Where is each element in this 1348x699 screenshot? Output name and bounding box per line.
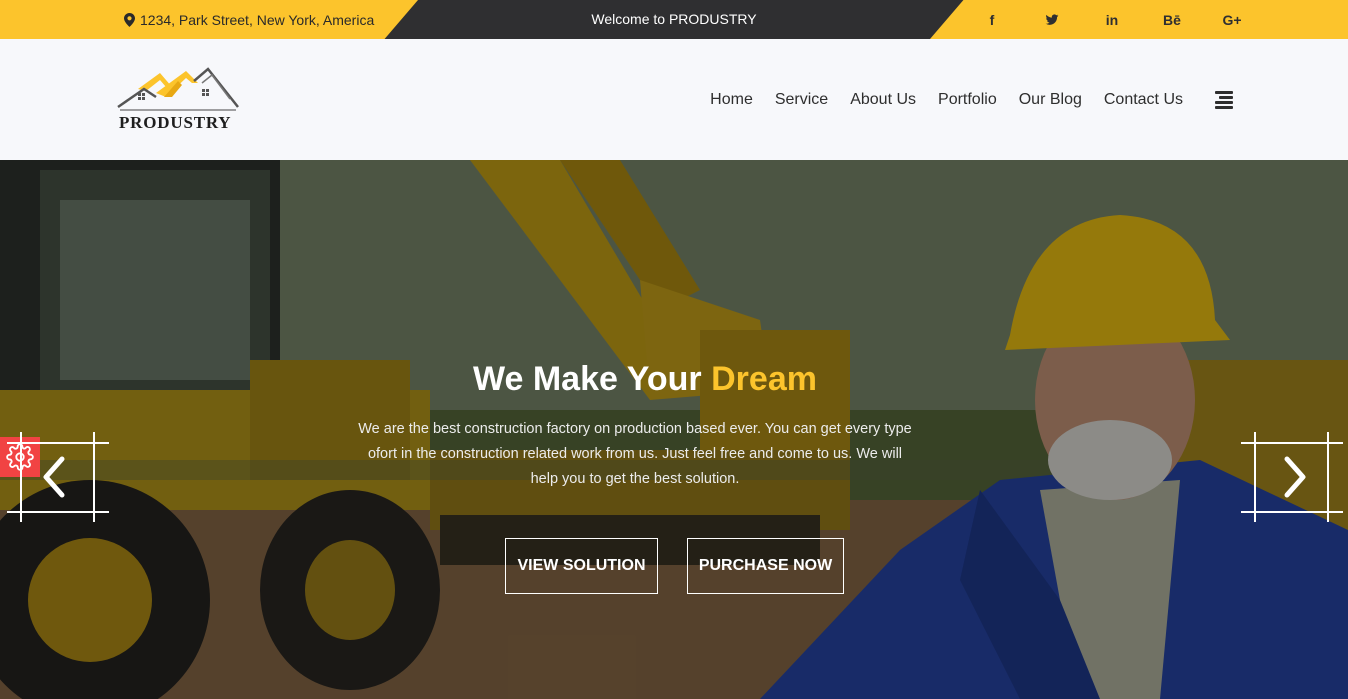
slider-prev-button[interactable] <box>7 432 109 522</box>
nav-service[interactable]: Service <box>775 91 828 109</box>
linkedin-icon: in <box>1105 11 1119 28</box>
logo[interactable]: PRODUSTRY <box>116 67 240 133</box>
map-marker-icon <box>124 12 135 27</box>
purchase-now-button[interactable]: PURCHASE NOW <box>687 538 844 594</box>
main-nav: Home Service About Us Portfolio Our Blog… <box>710 39 1183 160</box>
nav-our-blog[interactable]: Our Blog <box>1019 91 1082 109</box>
hero-description: We are the best construction factory on … <box>358 421 912 487</box>
hero-title-main: We Make Your <box>473 360 702 398</box>
facebook-icon: f <box>989 11 995 28</box>
nav-portfolio[interactable]: Portfolio <box>938 91 997 109</box>
nav-home[interactable]: Home <box>710 91 753 109</box>
top-bar: 1234, Park Street, New York, America Wel… <box>0 0 1348 39</box>
google-plus-link[interactable]: G+ <box>1202 0 1262 39</box>
behance-icon: Bē <box>1163 11 1181 28</box>
address-text: 1234, Park Street, New York, America <box>140 11 375 28</box>
twitter-link[interactable] <box>1022 0 1082 39</box>
slider-next-button[interactable] <box>1241 432 1343 522</box>
view-solution-button[interactable]: VIEW SOLUTION <box>505 538 658 594</box>
chevron-left-icon <box>43 456 65 498</box>
logo-roof-icon <box>117 67 239 111</box>
logo-text: PRODUSTRY <box>119 113 232 132</box>
facebook-link[interactable]: f <box>962 0 1022 39</box>
google-plus-icon: G+ <box>1222 11 1242 28</box>
social-links: f in Bē G+ <box>962 0 1262 39</box>
hero-title: We Make Your Dream <box>0 360 1290 399</box>
address: 1234, Park Street, New York, America <box>124 0 374 39</box>
twitter-icon <box>1045 13 1059 25</box>
linkedin-link[interactable]: in <box>1082 0 1142 39</box>
site-header: PRODUSTRY Home Service About Us Portfoli… <box>0 39 1348 160</box>
hamburger-menu-icon[interactable] <box>1213 90 1233 110</box>
behance-link[interactable]: Bē <box>1142 0 1202 39</box>
chevron-right-icon <box>1284 456 1306 498</box>
nav-contact-us[interactable]: Contact Us <box>1104 91 1183 109</box>
hero-slider: We Make Your Dream We are the best const… <box>0 160 1348 699</box>
nav-about-us[interactable]: About Us <box>850 91 916 109</box>
hero-title-accent: Dream <box>711 360 817 398</box>
